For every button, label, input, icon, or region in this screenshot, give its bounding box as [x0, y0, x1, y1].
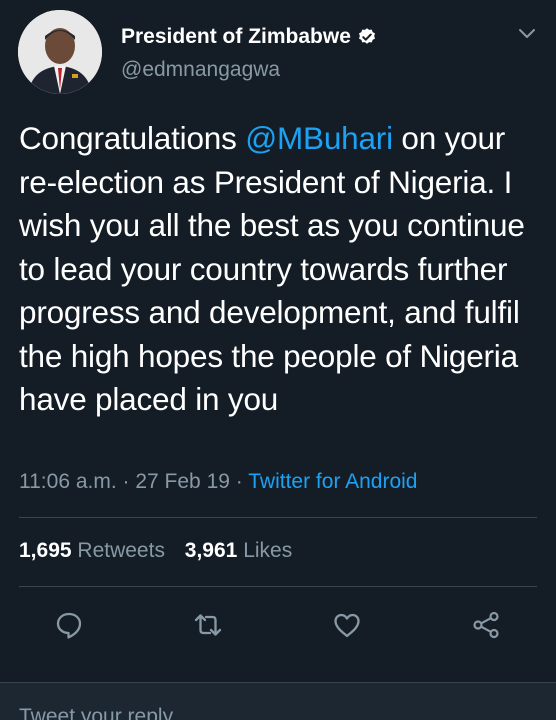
reply-bar: Tweet your reply: [0, 683, 556, 720]
mention-link[interactable]: @MBuhari: [245, 120, 393, 156]
meta-separator: ·: [122, 470, 130, 493]
author-name[interactable]: President of Zimbabwe: [121, 25, 351, 49]
retweet-icon[interactable]: [193, 610, 223, 640]
reply-input[interactable]: Tweet your reply: [19, 705, 173, 720]
likes-count: 3,961: [184, 539, 238, 562]
avatar-photo: [18, 10, 102, 94]
tweet-source-link[interactable]: Twitter for Android: [248, 470, 417, 493]
tweet-date: 27 Feb 19: [135, 470, 230, 493]
retweets-stat[interactable]: 1,695 Retweets: [19, 539, 165, 562]
author-handle[interactable]: @edmnangagwa: [121, 58, 280, 82]
tweet-actions: [0, 610, 556, 640]
tweet-time: 11:06 a.m.: [19, 470, 117, 493]
meta-separator: ·: [235, 470, 243, 493]
likes-label: Likes: [243, 539, 293, 562]
tweet-text-before: Congratulations: [19, 120, 246, 156]
divider: [19, 586, 537, 587]
retweets-label: Retweets: [77, 539, 165, 562]
tweet-text-after: on your re-election as President of Nige…: [19, 120, 525, 417]
tweet-stats: 1,695 Retweets 3,961 Likes: [19, 539, 306, 563]
share-icon[interactable]: [471, 610, 501, 640]
tweet-meta: 11:06 a.m. · 27 Feb 19 · Twitter for And…: [19, 470, 418, 494]
retweets-count: 1,695: [19, 539, 72, 562]
avatar[interactable]: [18, 10, 102, 94]
heart-icon[interactable]: [332, 610, 362, 640]
reply-icon[interactable]: [54, 610, 84, 640]
chevron-down-icon[interactable]: [516, 22, 538, 44]
likes-stat[interactable]: 3,961 Likes: [185, 539, 292, 562]
author-name-row: President of Zimbabwe: [121, 25, 377, 49]
verified-badge-icon: [357, 27, 377, 47]
divider: [19, 517, 537, 518]
tweet-text: Congratulations @MBuhari on your re-elec…: [19, 117, 539, 422]
